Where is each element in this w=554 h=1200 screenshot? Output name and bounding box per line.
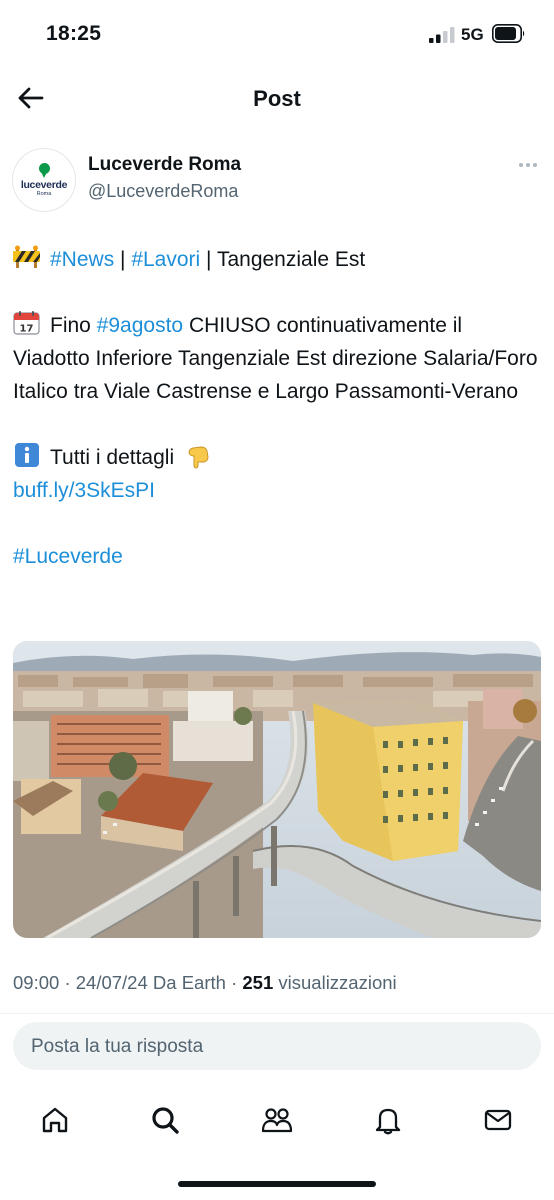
avatar[interactable]: luceverde Roma <box>12 148 76 212</box>
post-time: 09:00 <box>13 972 60 993</box>
author-name[interactable]: Luceverde Roma <box>88 154 241 176</box>
pointing-down-icon <box>188 446 209 469</box>
signal-icon <box>429 27 455 43</box>
status-bar: 18:25 5G <box>0 0 554 70</box>
separator-text: | <box>114 248 132 271</box>
hashtag-date-link[interactable]: #9agosto <box>97 314 183 337</box>
info-icon <box>15 443 39 467</box>
communities-icon <box>261 1108 293 1133</box>
luceverde-logo-icon <box>38 163 50 174</box>
status-time: 18:25 <box>46 22 102 45</box>
construction-barrier-icon <box>13 245 40 268</box>
author-handle[interactable]: @LuceverdeRoma <box>88 181 238 202</box>
buffly-link[interactable]: buff.ly/3SkEsPI <box>13 479 155 502</box>
views-label: visualizzazioni <box>278 972 397 993</box>
avatar-logo-subtext: Roma <box>36 191 52 197</box>
views-count: 251 <box>242 972 274 993</box>
post-line-closure: 17 Fino #9agosto CHIUSO continuativament… <box>13 309 543 408</box>
post-meta: 09:00 · 24/07/24 Da Earth · 251 visualiz… <box>13 972 397 993</box>
svg-text:17: 17 <box>20 324 34 335</box>
home-icon <box>42 1107 68 1133</box>
post-author: luceverde Roma Luceverde Roma @Luceverde… <box>0 140 554 220</box>
calendar-icon: 17 <box>13 311 40 335</box>
aerial-viaduct-photo <box>13 641 541 938</box>
more-options-button[interactable] <box>514 158 542 172</box>
reply-input[interactable]: Posta la tua risposta <box>13 1022 541 1070</box>
avatar-logo-text: luceverde <box>20 179 68 191</box>
post-date: 24/07/24 <box>75 972 148 993</box>
nav-messages[interactable] <box>476 1098 520 1142</box>
post-line-header: #News | #Lavori | Tangenziale Est <box>13 243 543 276</box>
post-image[interactable] <box>13 641 541 938</box>
bottom-nav <box>0 1090 554 1150</box>
home-indicator[interactable] <box>178 1181 376 1187</box>
post-source: Da Earth <box>152 972 226 993</box>
more-dot-icon <box>533 163 537 167</box>
page-title: Post <box>253 86 301 111</box>
bell-icon <box>375 1108 401 1135</box>
network-label: 5G <box>461 25 484 44</box>
battery-icon <box>492 24 525 43</box>
search-icon <box>152 1107 179 1134</box>
post-line-hashtag: #Luceverde <box>13 540 543 573</box>
post-text: #News | #Lavori | Tangenziale Est 17 Fin… <box>13 243 543 573</box>
nav-home[interactable] <box>33 1098 77 1142</box>
post-subject-text: | Tangenziale Est <box>200 248 366 271</box>
closure-prefix-text: Fino <box>50 314 97 337</box>
post-line-link: buff.ly/3SkEsPI <box>13 474 543 507</box>
more-dot-icon <box>526 163 530 167</box>
divider <box>0 1013 554 1014</box>
post-line-details: Tutti i dettagli <box>13 441 543 474</box>
details-text: Tutti i dettagli <box>50 446 175 469</box>
top-header: Post <box>0 70 554 130</box>
nav-search[interactable] <box>143 1098 187 1142</box>
nav-communities[interactable] <box>255 1098 299 1142</box>
hashtag-luceverde-link[interactable]: #Luceverde <box>13 545 123 568</box>
hashtag-news-link[interactable]: #News <box>50 248 114 271</box>
more-dot-icon <box>519 163 523 167</box>
nav-notifications[interactable] <box>366 1098 410 1142</box>
reply-placeholder: Posta la tua risposta <box>31 1036 204 1057</box>
envelope-icon <box>484 1109 512 1131</box>
hashtag-lavori-link[interactable]: #Lavori <box>131 248 200 271</box>
